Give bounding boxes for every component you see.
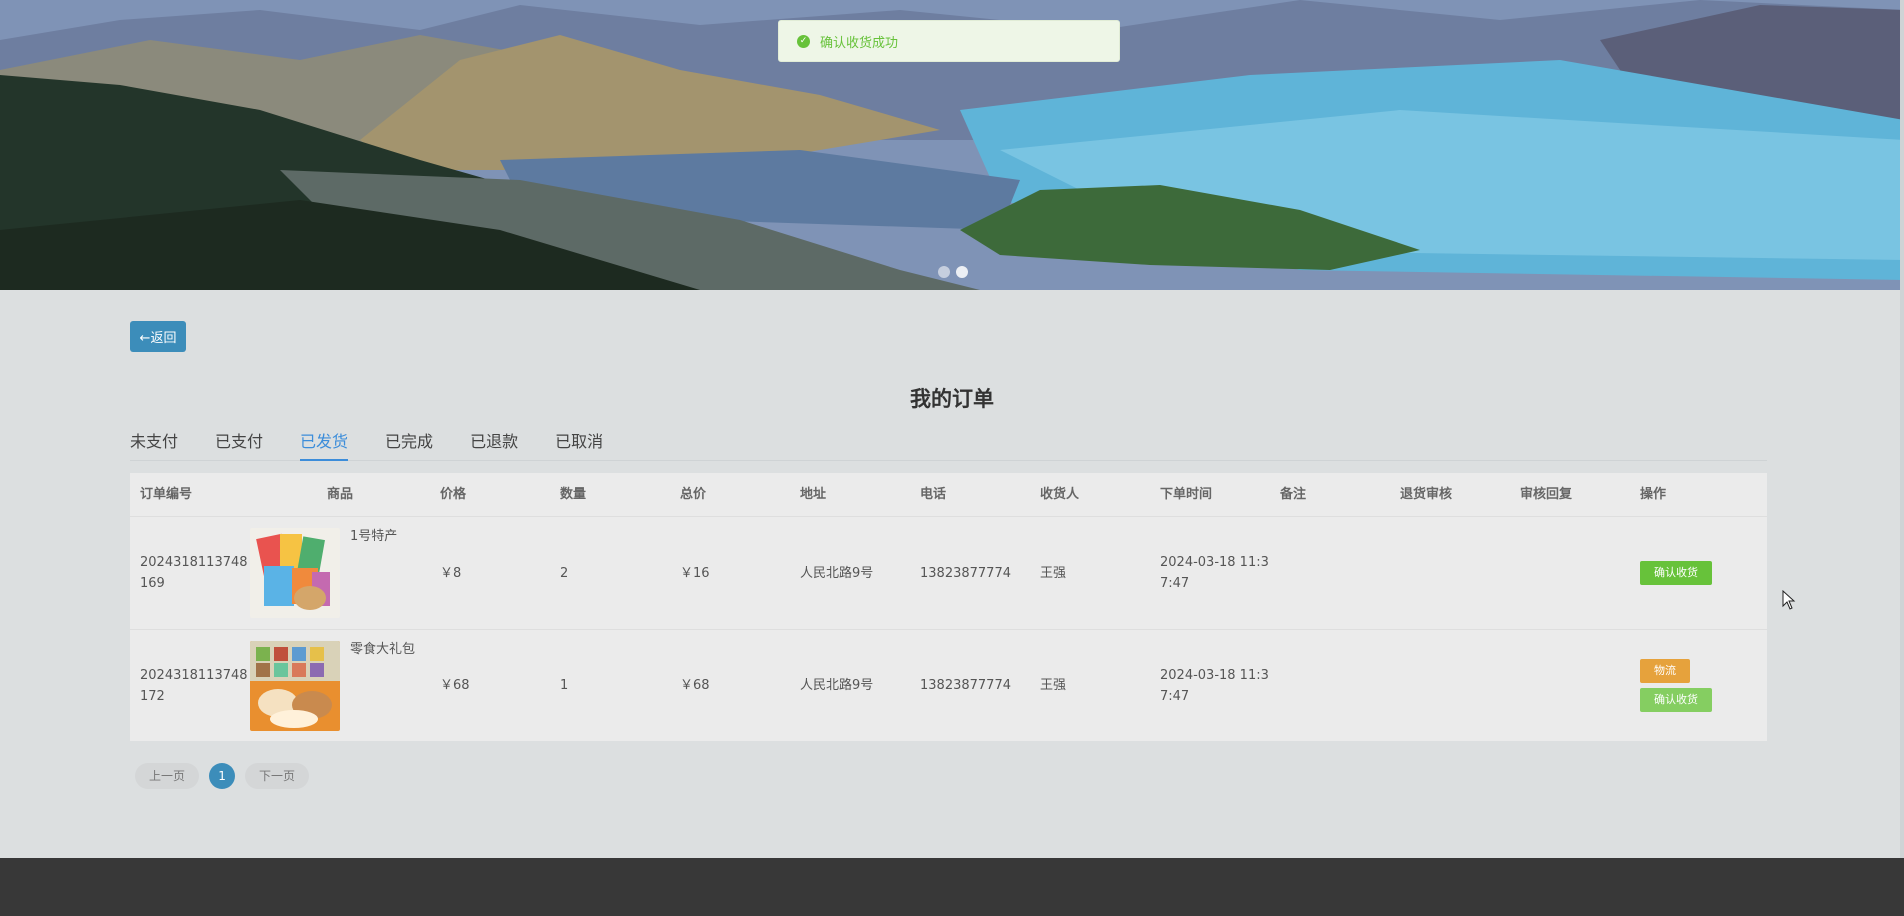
order-time: 2024-03-18 11:37:47 [1160, 555, 1269, 591]
header-note: 备注 [1280, 487, 1307, 502]
header-actions: 操作 [1640, 487, 1667, 502]
tab-refunded[interactable]: 已退款 [470, 430, 518, 460]
carousel-dot[interactable] [956, 266, 968, 278]
order-id: 2024318113748172 [140, 667, 248, 704]
orders-table: 订单编号 商品 价格 数量 总价 地址 电话 收货人 下单时间 备注 退货审核 … [130, 473, 1767, 741]
toast-message: 确认收货成功 [820, 35, 899, 51]
logistics-button[interactable]: 物流 [1640, 659, 1690, 683]
order-time: 2024-03-18 11:37:47 [1160, 667, 1269, 704]
prev-page-button[interactable]: 上一页 [135, 763, 200, 789]
receiver: 王强 [1040, 678, 1067, 693]
header-qty: 数量 [560, 487, 587, 502]
table-header: 订单编号 商品 价格 数量 总价 地址 电话 收货人 下单时间 备注 退货审核 … [130, 473, 1767, 517]
header-review-reply: 审核回复 [1520, 487, 1573, 502]
scrollbar[interactable] [1900, 0, 1904, 858]
price: ￥68 [440, 678, 470, 693]
goods-cell: 零食大礼包 [250, 639, 430, 731]
actions-cell: 确认收货 [1630, 561, 1747, 585]
carousel-indicators[interactable] [938, 266, 968, 278]
page-title: 我的订单 [910, 387, 994, 411]
order-status-tabs: 未支付 已支付 已发货 已完成 已退款 已取消 [130, 430, 1767, 461]
quantity: 2 [560, 565, 569, 581]
tab-paid[interactable]: 已支付 [215, 430, 263, 460]
phone: 13823877774 [920, 565, 1011, 581]
header-goods: 商品 [326, 487, 353, 502]
goods-name[interactable]: 零食大礼包 [350, 639, 415, 660]
tab-unpaid[interactable]: 未支付 [130, 430, 178, 460]
header-price: 价格 [440, 487, 467, 502]
carousel-dot[interactable] [938, 266, 950, 278]
back-button[interactable]: ←返回 [130, 321, 186, 352]
page-number-current[interactable]: 1 [209, 763, 236, 789]
header-address: 地址 [800, 487, 827, 502]
order-id: 2024318113748169 [140, 555, 248, 591]
mouse-cursor-icon [1782, 590, 1796, 610]
product-image[interactable] [250, 640, 340, 731]
header-phone: 电话 [920, 487, 947, 502]
goods-name[interactable]: 1号特产 [350, 526, 397, 547]
product-image[interactable] [250, 528, 340, 618]
actions-cell: 物流 确认收货 [1630, 659, 1747, 712]
phone: 13823877774 [920, 678, 1011, 693]
table-row: 2024318113748172 零食大礼包 ￥68 1 ￥68 人民北路9号 … [130, 630, 1767, 741]
table-row: 2024318113748169 1号特产 ￥8 2 ￥16 人民北路9号 13… [130, 517, 1767, 630]
tab-shipped[interactable]: 已发货 [300, 430, 349, 461]
header-receiver: 收货人 [1040, 487, 1080, 502]
total: ￥16 [680, 565, 710, 581]
footer [0, 858, 1904, 916]
header-order-id: 订单编号 [140, 487, 193, 502]
header-refund-review: 退货审核 [1400, 487, 1453, 502]
confirm-receipt-button[interactable]: 确认收货 [1640, 688, 1712, 712]
goods-cell: 1号特产 [250, 528, 430, 618]
check-circle-icon: ✓ [797, 34, 810, 48]
tab-completed[interactable]: 已完成 [385, 430, 433, 460]
address: 人民北路9号 [800, 565, 874, 581]
price: ￥8 [440, 565, 462, 581]
confirm-receipt-button[interactable]: 确认收货 [1640, 561, 1712, 585]
address: 人民北路9号 [800, 678, 874, 693]
header-order-time: 下单时间 [1160, 487, 1213, 502]
quantity: 1 [560, 678, 569, 693]
pagination: 上一页 1 下一页 [135, 763, 310, 789]
total: ￥68 [680, 678, 710, 693]
tab-cancelled[interactable]: 已取消 [555, 430, 603, 460]
receiver: 王强 [1040, 565, 1067, 581]
next-page-button[interactable]: 下一页 [245, 763, 310, 789]
header-total: 总价 [680, 487, 707, 502]
success-toast: ✓ 确认收货成功 [778, 20, 1120, 62]
